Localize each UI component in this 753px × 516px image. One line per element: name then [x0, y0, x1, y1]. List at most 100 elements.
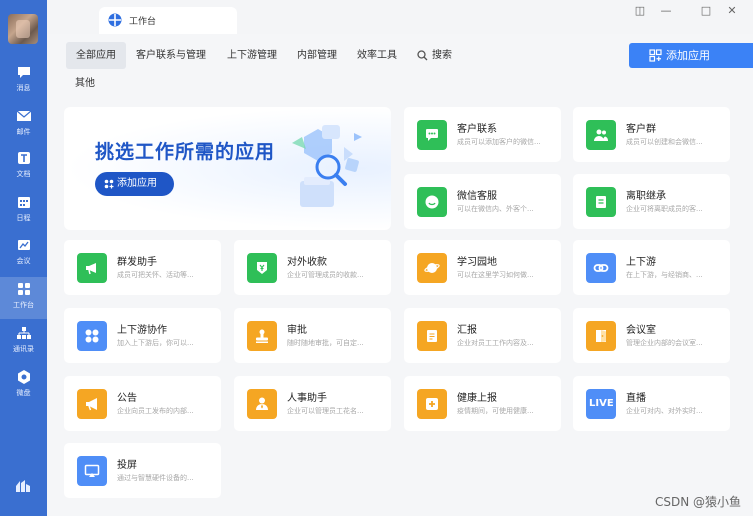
app-name: 离职继承: [626, 191, 666, 202]
add-app-button[interactable]: 添加应用: [629, 43, 753, 68]
app-card[interactable]: LIVE 直播企业可对内、对外实时...: [573, 376, 730, 431]
meeting-icon: [17, 240, 30, 250]
sidebar-item-label: 文档: [16, 170, 31, 178]
doc-icon: [17, 152, 30, 164]
watermark: CSDN @猿小鱼: [654, 495, 741, 509]
apps-icon: [77, 321, 107, 351]
app-card[interactable]: 健康上报 疫情期间，可使用健康...: [404, 376, 561, 431]
app-description: 成员可把关怀、活动等...: [117, 271, 194, 279]
tab-upstream-downstream[interactable]: 上下游管理: [217, 42, 287, 69]
contacts-icon: [16, 327, 31, 339]
app-description: 加入上下游后，你可以...: [117, 339, 194, 347]
tab-customer-management[interactable]: 客户联系与管理: [126, 42, 216, 69]
sidebar-item-label: 通讯录: [13, 345, 34, 353]
maximize-icon[interactable]: □: [699, 4, 713, 18]
app-card[interactable]: 客户群成员可以创建和会微信...: [573, 107, 730, 162]
pin-window-icon[interactable]: ◫: [633, 4, 647, 18]
sidebar-item-calendar[interactable]: 日程: [0, 190, 47, 232]
tab-internal-management[interactable]: 内部管理: [287, 42, 347, 69]
sidebar-item-meeting[interactable]: 会议: [0, 233, 47, 275]
app-card[interactable]: 上下游 在上下游，与经销商、...: [573, 240, 730, 295]
more-apps-icon[interactable]: [15, 478, 31, 494]
app-description: 随时随地审批，可自定...: [287, 339, 364, 347]
sidebar-item-label: 消息: [16, 84, 31, 92]
sidebar-item-label: 工作台: [13, 301, 34, 309]
app-card[interactable]: 对外收款企业可管理成员的收款...: [234, 240, 391, 295]
app-name: 直播: [626, 393, 646, 404]
app-card[interactable]: 学习园地可以在这里学习如何做...: [404, 240, 561, 295]
app-name: 公告: [117, 393, 137, 404]
health-icon: [417, 389, 447, 419]
app-card[interactable]: 上下游协作加入上下游后，你可以...: [64, 308, 221, 363]
sidebar-item-mail[interactable]: 邮件: [0, 104, 47, 146]
minimize-icon[interactable]: —: [659, 4, 673, 18]
app-card[interactable]: 客户联系成员可以添加客户的微信...: [404, 107, 561, 162]
app-name: 学习园地: [457, 257, 497, 268]
app-description: 成员可以创建和会微信...: [626, 138, 703, 146]
tab-all-apps[interactable]: 全部应用: [66, 42, 126, 69]
report-icon: [417, 321, 447, 351]
app-name: 投屏: [117, 460, 137, 471]
live-badge-text: LIVE: [589, 398, 614, 409]
app-description: 疫情期间，可使用健康...: [457, 407, 534, 415]
tab-bar: 工作台 ◫ — □ ✕: [47, 0, 753, 34]
app-name: 汇报: [457, 325, 477, 336]
sidebar-item-label: 邮件: [16, 128, 31, 136]
door-icon: [586, 321, 616, 351]
app-card[interactable]: 人事助手 企业可以管理员工花名...: [234, 376, 391, 431]
avatar[interactable]: [8, 14, 38, 44]
add-app-label: 添加应用: [666, 49, 710, 62]
people-icon: [586, 120, 616, 150]
app-description: 企业可以管理员工花名...: [287, 407, 364, 415]
tab-efficiency-tools[interactable]: 效率工具: [347, 42, 407, 69]
add-app-icon: [649, 49, 662, 62]
sidebar-item-workbench[interactable]: 工作台: [0, 277, 47, 319]
sidebar-item-label: 日程: [16, 214, 31, 222]
app-description: 管理企业内部的会议室...: [626, 339, 703, 347]
banner-add-app-button[interactable]: 添加应用: [95, 172, 174, 196]
tab-other[interactable]: 其他: [75, 74, 95, 89]
app-name: 对外收款: [287, 257, 327, 268]
app-card[interactable]: 投屏通过与智慧硬件设备的...: [64, 443, 221, 498]
mail-icon: [16, 110, 31, 121]
promo-banner: 挑选工作所需的应用 添加应用: [64, 107, 391, 230]
close-icon[interactable]: ✕: [725, 4, 739, 18]
app-name: 客户联系: [457, 124, 497, 135]
yen-icon: [247, 253, 277, 283]
app-card[interactable]: 微信客服 可以在微信内、外客个...: [404, 174, 561, 229]
banner-button-label: 添加应用: [117, 178, 157, 189]
chat-icon: [17, 67, 30, 78]
app-description: 成员可以添加客户的微信...: [457, 138, 541, 146]
live-icon: LIVE: [586, 389, 616, 419]
app-description: 企业可对内、对外实时...: [626, 407, 703, 415]
app-name: 客户群: [626, 124, 656, 135]
app-search-illustration: [292, 125, 362, 207]
sidebar-item-contacts[interactable]: 通讯录: [0, 321, 47, 363]
dots-icon: [104, 179, 114, 189]
tab-search[interactable]: 搜索: [422, 42, 462, 69]
app-name: 群发助手: [117, 257, 157, 268]
drive-icon: [17, 370, 30, 384]
handover-icon: [586, 187, 616, 217]
app-description: 可以在这里学习如何做...: [457, 271, 534, 279]
app-card[interactable]: 汇报 企业对员工工作内容及...: [404, 308, 561, 363]
sidebar-item-docs[interactable]: 文档: [0, 146, 47, 188]
sidebar-item-label: 微盘: [16, 389, 31, 397]
sidebar-item-messages[interactable]: 消息: [0, 60, 47, 102]
person-icon: [247, 389, 277, 419]
app-description: 通过与智慧硬件设备的...: [117, 474, 194, 482]
workbench-main: 全部应用 客户联系与管理 上下游管理 内部管理 效率工具 搜索 其他 添加应用 …: [47, 34, 753, 516]
app-card[interactable]: 审批随时随地审批，可自定...: [234, 308, 391, 363]
planet-icon: [417, 253, 447, 283]
sidebar: 消息 邮件 文档 日程 会议 工作台 通讯录 微盘: [0, 0, 47, 516]
sidebar-item-drive[interactable]: 微盘: [0, 365, 47, 407]
app-description: 企业可管理成员的收款...: [287, 271, 364, 279]
app-card[interactable]: 离职继承 企业可将离职成员的客...: [573, 174, 730, 229]
app-card[interactable]: 公告 企业向员工发布的内部...: [64, 376, 221, 431]
app-card[interactable]: 会议室 管理企业内部的会议室...: [573, 308, 730, 363]
cast-icon: [77, 456, 107, 486]
app-name: 审批: [287, 325, 307, 336]
app-name: 上下游协作: [117, 325, 167, 336]
tab-workbench[interactable]: 工作台: [99, 7, 237, 34]
app-card[interactable]: 群发助手成员可把关怀、活动等...: [64, 240, 221, 295]
